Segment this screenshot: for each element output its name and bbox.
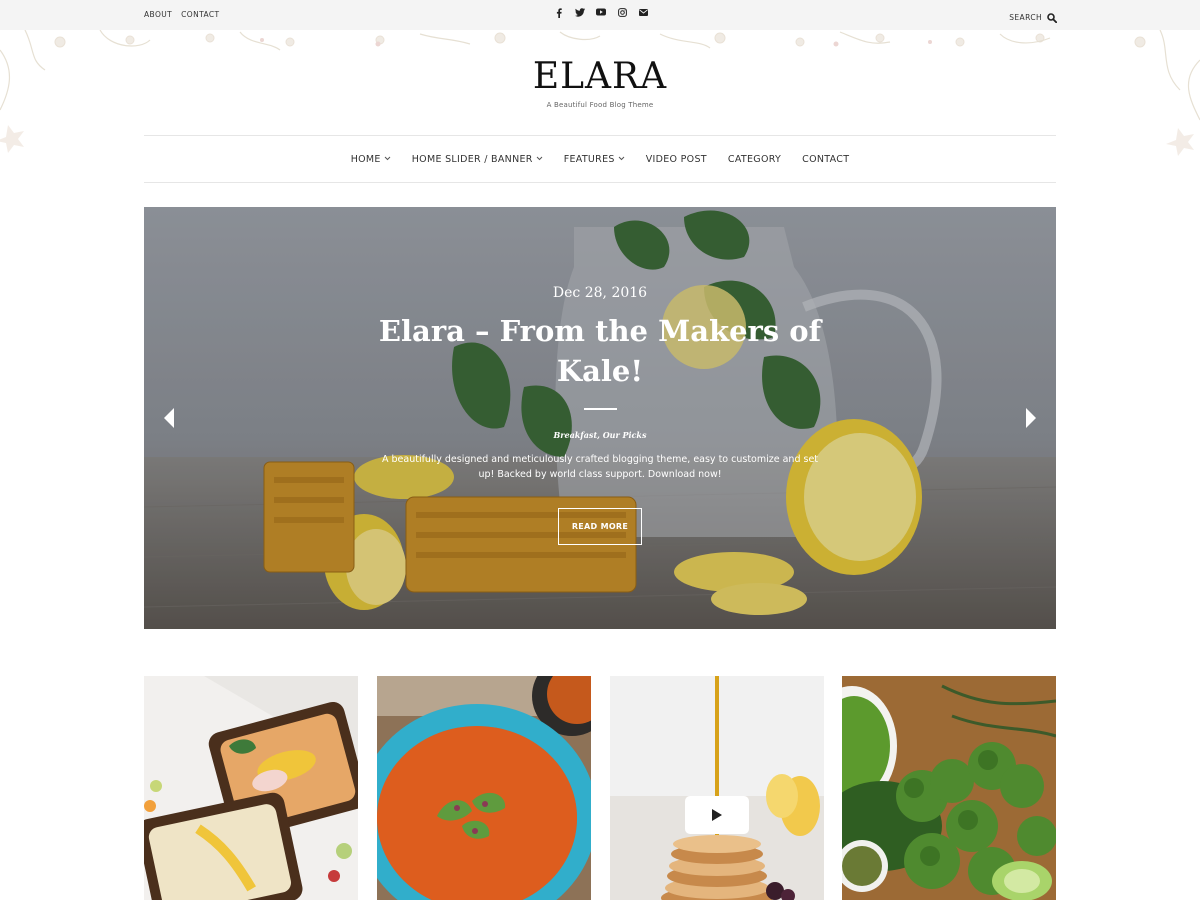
nav-item-label: CATEGORY xyxy=(727,153,782,165)
slider-next-arrow-icon[interactable] xyxy=(1024,408,1038,428)
instagram-icon[interactable] xyxy=(616,8,628,20)
hero-excerpt: A beautifully designed and meticulously … xyxy=(381,454,819,480)
site-tagline: A Beautiful Food Blog Theme xyxy=(546,101,654,109)
broccoli-and-greens-photo xyxy=(842,676,1056,900)
youtube-icon[interactable] xyxy=(595,8,607,20)
post-card-pancakes-video[interactable] xyxy=(610,676,824,900)
top-link-contact[interactable]: CONTACT xyxy=(181,10,219,19)
chevron-down-icon xyxy=(536,155,543,163)
post-card-broccoli[interactable] xyxy=(842,676,1056,900)
hero-date: Dec 28, 2016 xyxy=(552,285,648,301)
play-icon xyxy=(712,809,722,821)
nav-item-contact[interactable]: CONTACT xyxy=(792,154,860,165)
video-play-button[interactable] xyxy=(685,796,749,834)
chevron-down-icon xyxy=(384,155,391,163)
post-grid xyxy=(144,676,1056,900)
nav-item-home-slider-banner[interactable]: HOME SLIDER / BANNER xyxy=(401,154,553,165)
search-icon xyxy=(1047,8,1058,27)
read-more-button[interactable]: READ MORE xyxy=(558,508,642,545)
hero-divider xyxy=(584,408,617,410)
nav-item-category[interactable]: CATEGORY xyxy=(717,154,791,165)
post-card-soup[interactable] xyxy=(377,676,591,900)
email-icon[interactable] xyxy=(637,8,649,20)
nav-item-home[interactable]: HOME xyxy=(340,154,401,165)
nav-item-label: VIDEO POST xyxy=(645,153,707,165)
toast-with-hummus-photo xyxy=(144,676,358,900)
social-icons xyxy=(553,8,649,20)
facebook-icon[interactable] xyxy=(553,8,565,20)
nav-item-label: HOME SLIDER / BANNER xyxy=(411,153,533,165)
main-navigation: HOME HOME SLIDER / BANNER FEATURES VIDEO… xyxy=(144,135,1056,183)
hero-background-image xyxy=(144,207,1056,629)
tomato-soup-bowl-photo xyxy=(377,676,591,900)
nav-item-video-post[interactable]: VIDEO POST xyxy=(635,154,717,165)
hero-categories[interactable]: Breakfast, Our Picks xyxy=(144,430,1056,440)
search-toggle[interactable]: SEARCH xyxy=(1009,8,1058,27)
nav-item-features[interactable]: FEATURES xyxy=(553,154,635,165)
chevron-down-icon xyxy=(618,155,625,163)
hero-slider: Dec 28, 2016 Elara – From the Makers of … xyxy=(144,207,1056,629)
site-logo[interactable]: ELARA xyxy=(0,56,1200,97)
post-card-toast[interactable] xyxy=(144,676,358,900)
slider-prev-arrow-icon[interactable] xyxy=(162,408,176,428)
search-label: SEARCH xyxy=(1009,13,1042,22)
twitter-icon[interactable] xyxy=(574,8,586,20)
nav-item-label: FEATURES xyxy=(563,153,615,165)
nav-item-label: HOME xyxy=(350,153,381,165)
pancake-stack-syrup-photo xyxy=(610,676,824,900)
hero-title[interactable]: Elara – From the Makers of Kale! xyxy=(360,311,840,391)
top-links: ABOUT CONTACT xyxy=(144,10,220,19)
top-link-about[interactable]: ABOUT xyxy=(144,10,172,19)
top-bar: ABOUT CONTACT SEARCH xyxy=(0,0,1200,30)
nav-item-label: CONTACT xyxy=(802,153,850,165)
